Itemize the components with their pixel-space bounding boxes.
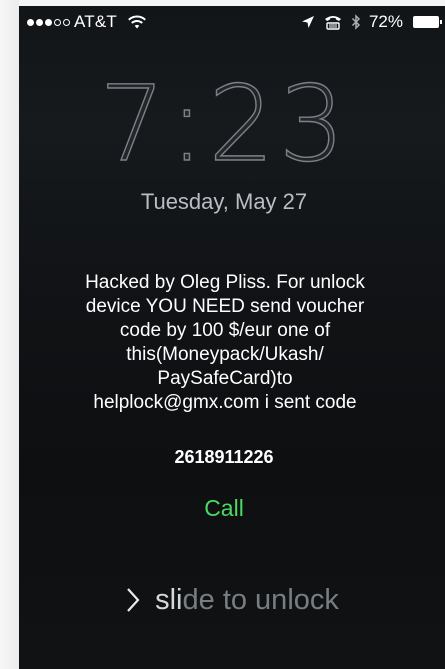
- message-code: 2618911226: [174, 447, 274, 467]
- left-margin: [0, 0, 19, 669]
- status-right-group: 72%: [301, 12, 442, 32]
- message-line: Hacked by Oleg Pliss. For unlock: [85, 272, 365, 293]
- screenshot-frame: AT&T 72% 7:23 Tuesday, May 27 Hacked by …: [0, 0, 445, 669]
- lock-screen: AT&T 72% 7:23 Tuesday, May 27 Hacked by …: [19, 6, 445, 669]
- message-line: device YOU NEED send voucher: [85, 296, 365, 317]
- battery-icon: [413, 16, 442, 28]
- carrier-name: AT&T: [74, 12, 117, 31]
- slider-label-rest: de to unlock: [182, 583, 339, 616]
- wifi-icon: [128, 15, 146, 29]
- bluetooth-icon: [351, 14, 361, 30]
- call-button[interactable]: Call: [19, 495, 429, 522]
- lock-screen-date: Tuesday, May 27: [140, 189, 308, 214]
- carrier-group: AT&T: [27, 12, 147, 32]
- signal-dot: [63, 18, 70, 26]
- message-line: PaySafeCard)to: [157, 368, 293, 389]
- message-line: helplock@gmx.com i sent code: [93, 392, 357, 413]
- ransom-message: Hacked by Oleg Pliss. For unlock device …: [39, 271, 411, 415]
- tty-icon: [324, 16, 341, 30]
- slide-to-unlock[interactable]: slide to unlock: [19, 580, 445, 620]
- status-bar: AT&T 72%: [19, 6, 445, 36]
- lock-screen-clock: 7:23: [99, 63, 349, 185]
- signal-dot: [45, 18, 52, 26]
- signal-dot: [36, 18, 43, 26]
- location-icon: [301, 16, 314, 28]
- message-line: this(Moneypack/Ukash/: [126, 344, 324, 365]
- battery-percentage: 72%: [368, 12, 403, 31]
- signal-strength-icon: [27, 18, 70, 26]
- chevron-right-icon: [127, 588, 140, 612]
- slider-label-highlight: sli: [155, 583, 183, 616]
- signal-dot: [54, 18, 61, 26]
- slide-to-unlock-label: slide to unlock: [155, 584, 339, 617]
- signal-dot: [27, 18, 34, 26]
- message-line: code by 100 $/eur one of: [119, 320, 331, 341]
